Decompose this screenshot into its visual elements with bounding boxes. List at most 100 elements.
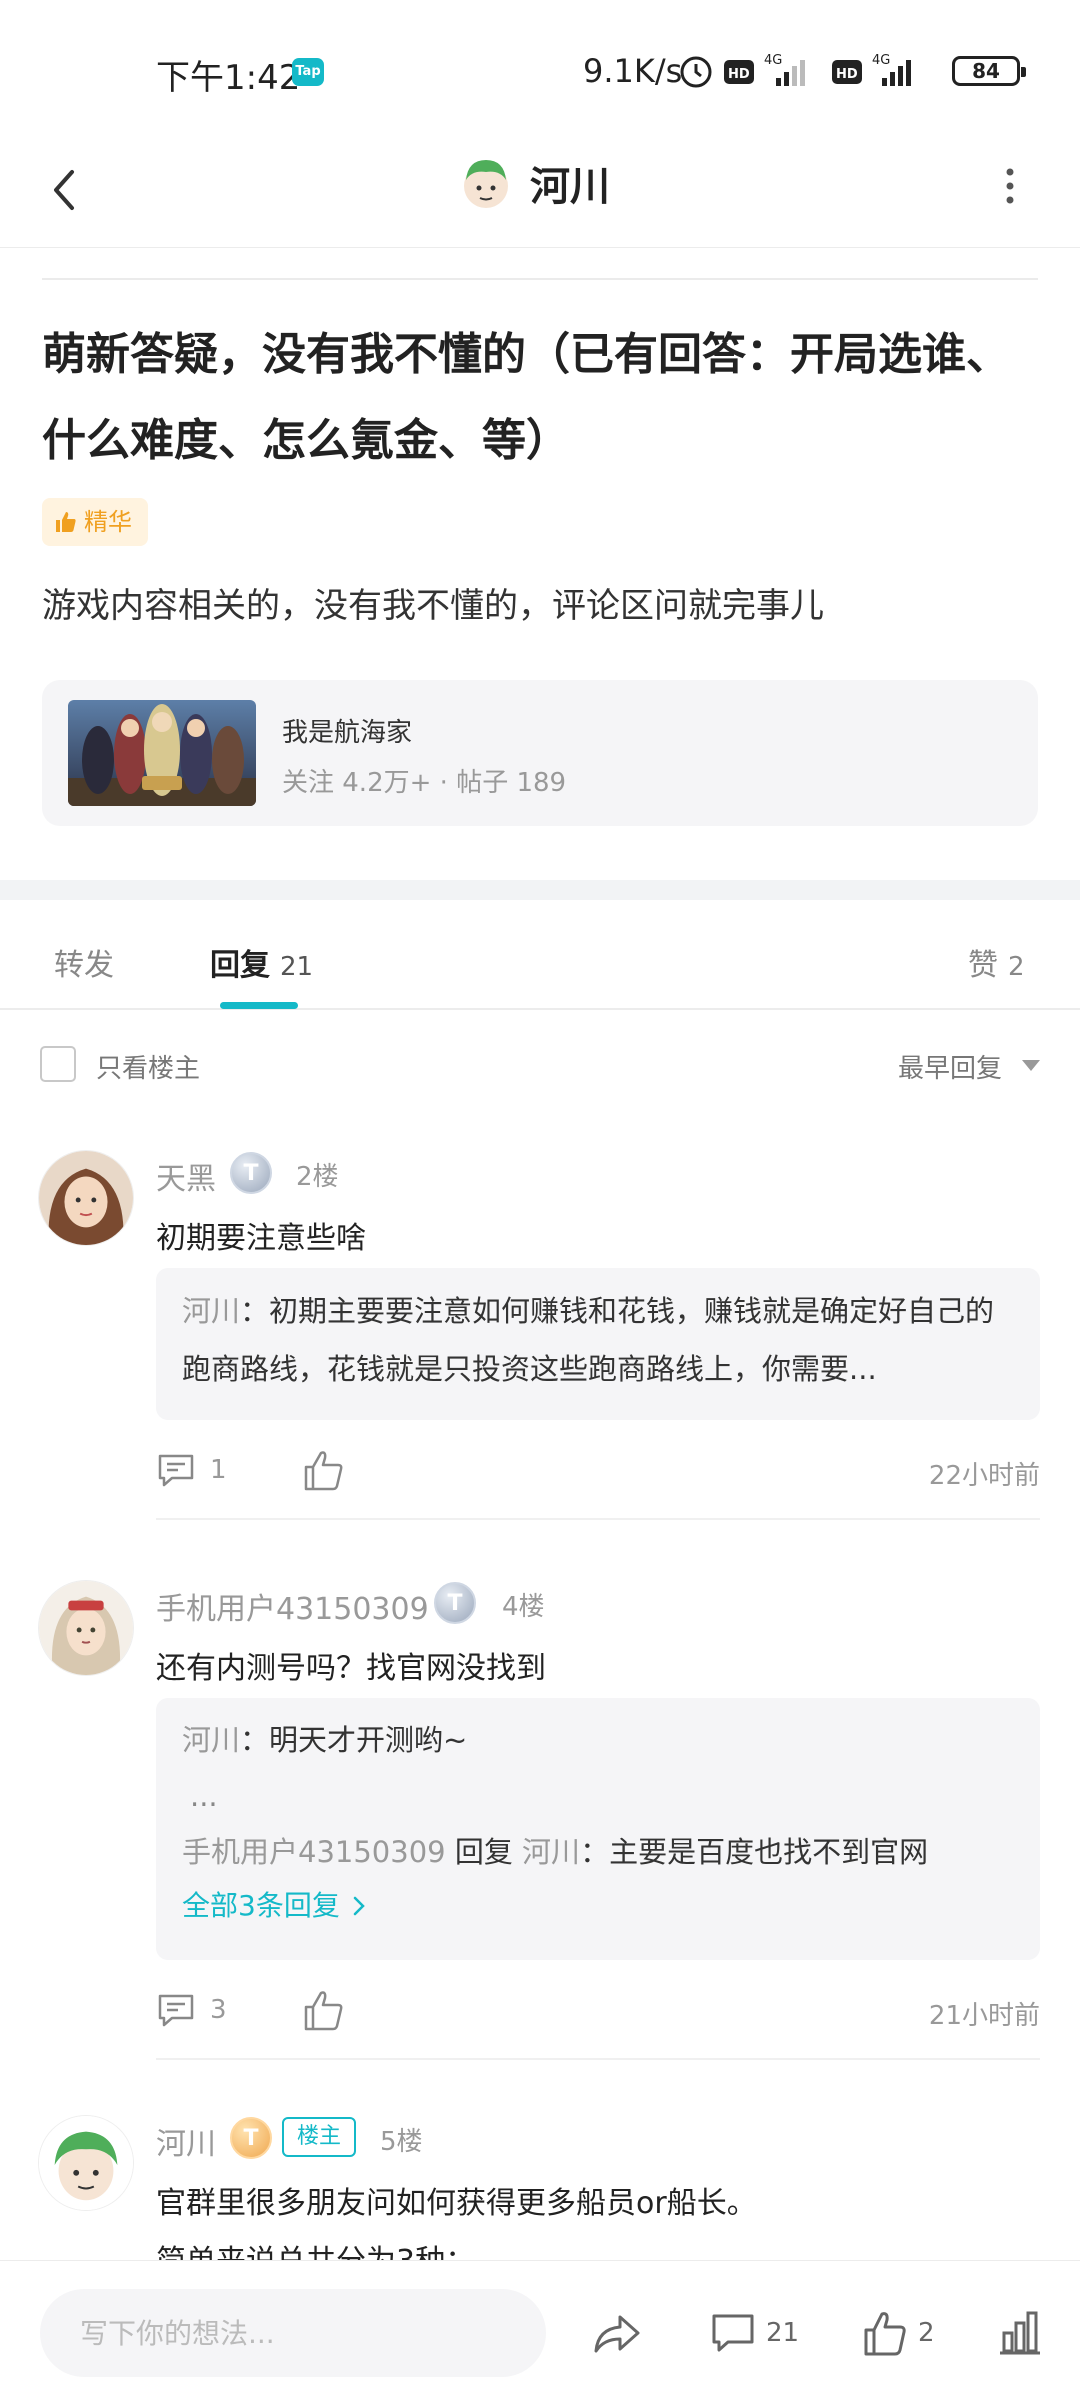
comment-text: 官群里很多朋友问如何获得更多船员or船长。 简单来说总共分为3种： (156, 2175, 1036, 2260)
bottom-bar: 21 2 (0, 2260, 1080, 2400)
stats-icon[interactable] (996, 2303, 1044, 2363)
only-owner-label[interactable]: 只看楼主 (96, 1048, 200, 1085)
floor-number: 4楼 (502, 1592, 545, 1622)
comment-input[interactable] (40, 2289, 546, 2377)
only-owner-checkbox[interactable] (40, 1046, 76, 1082)
like-icon (864, 2312, 906, 2356)
tab-forward[interactable]: 转发 (54, 940, 114, 984)
comment-divider (156, 1518, 1040, 1520)
user-avatar[interactable] (38, 1150, 134, 1246)
game-name: 我是航海家 (282, 718, 413, 748)
reply-preview[interactable]: 河川：明天才开测哟~ ... 手机用户43150309 回复 河川：主要是百度也… (156, 1698, 1040, 1960)
comment-item: 天黑 T 2楼 初期要注意些啥 河川：初期主要要注意如何赚钱和花钱，赚钱就是确定… (0, 1150, 1080, 1530)
tap-app-icon: Tap (292, 58, 324, 86)
level-badge: T (230, 2117, 272, 2159)
share-icon[interactable] (590, 2303, 644, 2363)
game-stats: 关注 4.2万+ · 帖子 189 (282, 768, 567, 798)
game-cover-image (68, 700, 256, 806)
status-time: 下午1:42 (156, 58, 301, 98)
user-name[interactable]: 天黑 (156, 1154, 216, 1198)
tab-reply-count: 21 (280, 952, 314, 982)
reply-user-name[interactable]: 河川 (182, 1294, 240, 1328)
divider (42, 278, 1038, 280)
nav-bar: 河川 (0, 140, 1080, 248)
comment-count: 1 (210, 1455, 227, 1485)
reply-text: ：明天才开测哟~ (240, 1723, 468, 1757)
all-replies-link[interactable]: 全部3条回复 (182, 1880, 1014, 1932)
svg-text:HD: HD (728, 67, 750, 82)
comment-actions: 1 22小时前 (156, 1445, 1040, 1495)
level-badge: T (434, 1582, 476, 1624)
svg-text:4G: 4G (872, 53, 890, 68)
bottom-comment-count: 21 (766, 2318, 800, 2348)
tab-like-label: 赞 (968, 948, 998, 983)
owner-tag: 楼主 (282, 2117, 356, 2157)
tab-forward-label: 转发 (54, 948, 114, 983)
section-divider (0, 880, 1080, 900)
reply-text: ：主要是百度也找不到官网 (580, 1835, 929, 1869)
floor-number: 5楼 (380, 2127, 423, 2157)
comment-time: 21小时前 (928, 2001, 1040, 2031)
essence-label: 精华 (84, 508, 132, 536)
comment-icon (158, 1454, 194, 1487)
tab-like-count: 2 (1008, 952, 1025, 982)
bottom-like-button[interactable]: 2 (862, 2303, 935, 2363)
reply-text: ：初期主要要注意如何赚钱和花钱，赚钱就是确定好自己的跑商路线，花钱就是只投资这些… (182, 1294, 995, 1386)
comment-icon (158, 1994, 194, 2027)
author-avatar[interactable] (460, 150, 512, 220)
sort-dropdown[interactable]: 最早回复 (898, 1048, 1002, 1085)
user-name[interactable]: 手机用户43150309 (156, 1584, 429, 1628)
status-bar: 下午1:42 Tap 9.1K/s HD 4G HD 4G 84 (0, 0, 1080, 140)
tab-like[interactable]: 赞2 (968, 940, 1025, 984)
user-avatar[interactable] (38, 1580, 134, 1676)
svg-text:4G: 4G (764, 53, 782, 68)
game-card[interactable]: 我是航海家 关注 4.2万+ · 帖子 189 (42, 680, 1038, 826)
bottom-like-count: 2 (918, 2318, 935, 2348)
comment-text-line: 官群里很多朋友问如何获得更多船员or船长。 (156, 2186, 757, 2221)
reply-preview[interactable]: 河川：初期主要要注意如何赚钱和花钱，赚钱就是确定好自己的跑商路线，花钱就是只投资… (156, 1268, 1040, 1420)
comment-actions: 3 21小时前 (156, 1985, 1040, 2035)
caret-down-icon[interactable] (1022, 1060, 1040, 1071)
reply-target-name[interactable]: 河川 (522, 1835, 580, 1869)
comment-item: 手机用户43150309 T 4楼 还有内测号吗？找官网没找到 河川：明天才开测… (0, 1580, 1080, 2060)
tab-reply-label: 回复 (210, 948, 270, 983)
comment-item: 河川 T 楼主 5楼 官群里很多朋友问如何获得更多船员or船长。 简单来说总共分… (0, 2115, 1080, 2260)
battery-indicator: 84 (952, 56, 1026, 86)
comment-text: 还有内测号吗？找官网没找到 (156, 1651, 546, 1686)
signal-icons: HD 4G HD 4G (680, 53, 911, 88)
reply-user-name[interactable]: 手机用户43150309 (182, 1835, 446, 1869)
author-name[interactable]: 河川 (530, 154, 610, 212)
chevron-right-icon (353, 1896, 365, 1916)
all-replies-label: 全部3条回复 (182, 1889, 340, 1922)
reply-item: 河川：明天才开测哟~ (182, 1712, 1014, 1768)
tab-bar: 转发 回复 21 赞2 (0, 900, 1080, 1010)
tab-reply[interactable]: 回复 21 (210, 940, 313, 984)
network-speed: 9.1K/s (583, 52, 683, 90)
post-title: 萌新答疑，没有我不懂的（已有回答：开局选谁、什么难度、怎么氪金、等） (42, 329, 1010, 466)
level-badge: T (230, 1152, 272, 1194)
comment-icon (712, 2314, 754, 2352)
like-icon[interactable] (302, 1985, 346, 2035)
svg-text:HD: HD (836, 67, 858, 82)
comment-divider (156, 2058, 1040, 2060)
comment-text: 初期要注意些啥 (156, 1221, 366, 1256)
comment-text-line: 简单来说总共分为3种： (156, 2233, 1036, 2260)
comment-time: 22小时前 (928, 1461, 1040, 1491)
like-icon[interactable] (302, 1445, 346, 1495)
reply-user-name[interactable]: 河川 (182, 1723, 240, 1757)
back-arrow-icon[interactable] (40, 150, 100, 230)
user-avatar[interactable] (38, 2115, 134, 2211)
thumbs-up-icon (56, 512, 76, 532)
reply-ellipsis: ... (190, 1779, 218, 1813)
post-body: 游戏内容相关的，没有我不懂的，评论区问就完事儿 (42, 586, 824, 626)
bottom-comment-button[interactable]: 21 (710, 2303, 799, 2363)
tab-active-indicator (220, 1002, 298, 1009)
comment-button[interactable]: 3 (156, 1985, 227, 2035)
more-options-icon[interactable] (990, 156, 1030, 216)
user-name[interactable]: 河川 (156, 2119, 216, 2163)
filter-row: 只看楼主 最早回复 (0, 1040, 1080, 1090)
reply-connector: 回复 (445, 1835, 523, 1869)
comment-button[interactable]: 1 (156, 1445, 227, 1495)
reply-item: 河川：初期主要要注意如何赚钱和花钱，赚钱就是确定好自己的跑商路线，花钱就是只投资… (182, 1282, 1014, 1398)
reply-item: 手机用户43150309 回复 河川：主要是百度也找不到官网 (182, 1824, 1014, 1880)
